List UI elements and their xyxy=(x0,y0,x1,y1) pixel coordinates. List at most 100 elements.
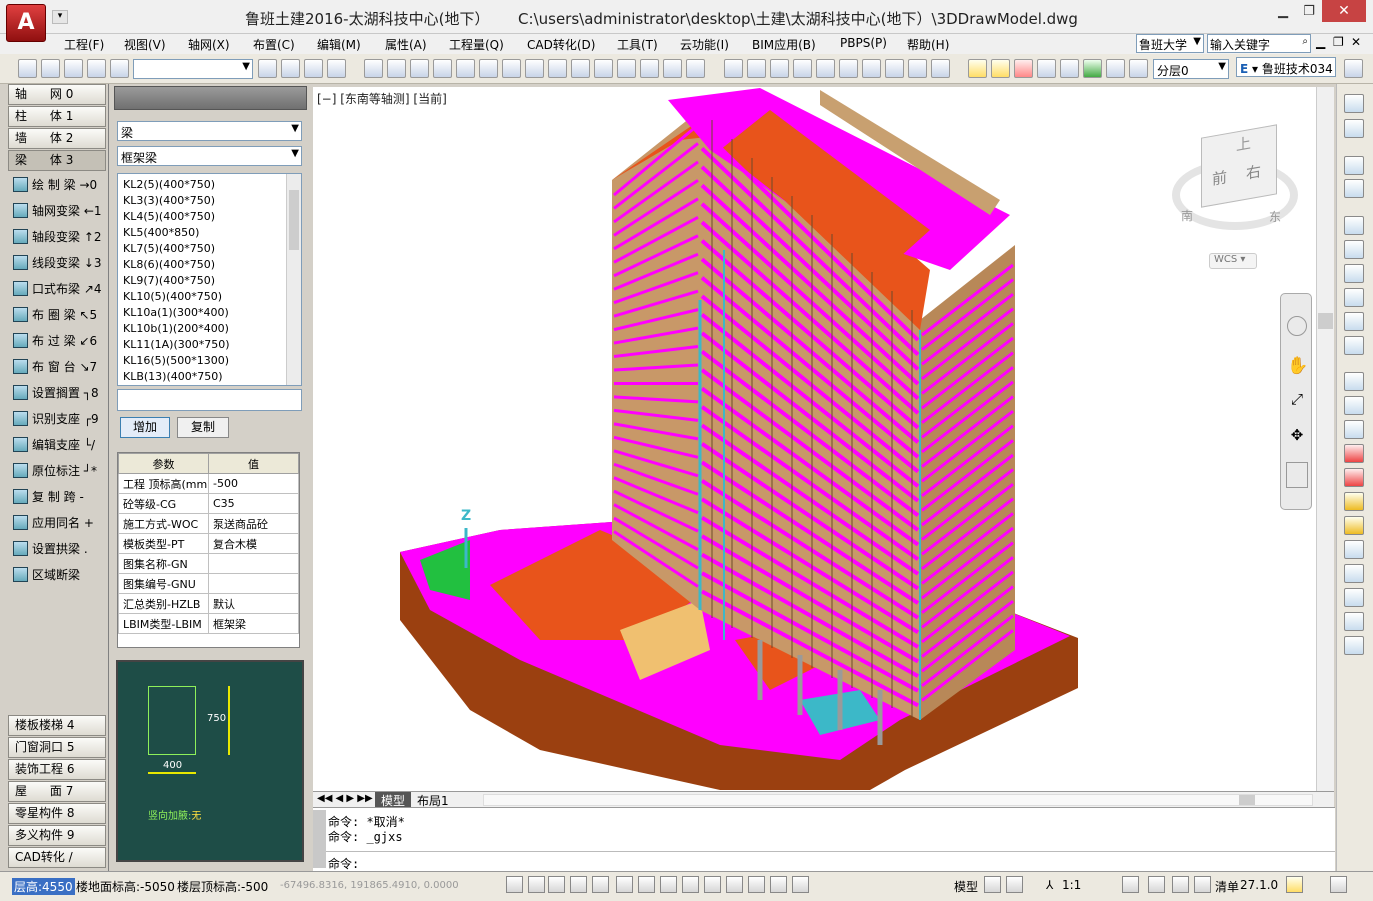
otrack-toggle-icon[interactable] xyxy=(616,876,633,893)
property-value[interactable]: 泵送商品砼 xyxy=(208,513,299,534)
menu-tools[interactable]: 工具(T) xyxy=(617,36,658,53)
view-cube-top[interactable]: 上 xyxy=(1236,132,1251,156)
cmd-in-place-annotation[interactable]: 原位标注 ┘* xyxy=(8,458,106,484)
rotate-icon[interactable] xyxy=(571,59,590,78)
view-cube-right[interactable]: 右 xyxy=(1246,160,1261,184)
beam-list[interactable]: KL2(5)(400*750) KL3(3)(400*750) KL4(5)(400… xyxy=(117,173,302,386)
redo-icon[interactable] xyxy=(304,59,323,78)
menu-project[interactable]: 工程(F) xyxy=(64,36,104,53)
cmd-copy-span[interactable]: 复 制 跨 - xyxy=(8,484,106,510)
beam-list-item[interactable]: KL10b(1)(200*400) xyxy=(123,321,283,337)
steering-wheel-icon[interactable] xyxy=(1287,316,1307,336)
property-value[interactable]: C35 xyxy=(208,493,299,514)
match-icon[interactable] xyxy=(327,59,346,78)
beam-list-item[interactable]: KL16(5)(500*1300) xyxy=(123,353,283,369)
unlock-icon[interactable] xyxy=(1344,516,1364,535)
status-tool-3-icon[interactable] xyxy=(1148,876,1165,893)
view-icon[interactable] xyxy=(1344,179,1364,198)
layer-icon[interactable] xyxy=(258,59,277,78)
style-dropdown[interactable]: ▼ xyxy=(133,59,253,79)
open-file-icon[interactable] xyxy=(41,59,60,78)
tab-cad[interactable]: CAD转化 / xyxy=(8,847,106,868)
brush-icon[interactable] xyxy=(931,59,950,78)
cmd-lintel[interactable]: 布 过 梁 ↙6 xyxy=(8,328,106,354)
layer-off-icon[interactable] xyxy=(1014,59,1033,78)
view-7-icon[interactable] xyxy=(862,59,881,78)
menu-quantity[interactable]: 工程量(Q) xyxy=(449,36,504,53)
beam-list-item[interactable]: KL11(1A)(300*750) xyxy=(123,337,283,353)
tab-slab-stairs[interactable]: 楼板楼梯 4 xyxy=(8,715,106,736)
link-icon[interactable] xyxy=(1344,216,1364,235)
qp-toggle-icon[interactable] xyxy=(726,876,743,893)
delete-icon[interactable] xyxy=(479,59,498,78)
tab-misc[interactable]: 零星构件 8 xyxy=(8,803,106,824)
cmd-ring-beam[interactable]: 布 圈 梁 ↖5 xyxy=(8,302,106,328)
alert-icon[interactable] xyxy=(1344,444,1364,463)
am-toggle-icon[interactable] xyxy=(770,876,787,893)
menu-edit[interactable]: 编辑(M) xyxy=(317,36,361,53)
bulb-icon[interactable] xyxy=(968,59,987,78)
menu-view[interactable]: 视图(V) xyxy=(124,36,166,53)
display-icon[interactable] xyxy=(1344,612,1364,631)
tab-decoration[interactable]: 装饰工程 6 xyxy=(8,759,106,780)
view-cube[interactable]: 上 前 右 xyxy=(1201,124,1277,208)
minimize-button[interactable]: ▁ xyxy=(1270,4,1296,22)
scroll-thumb[interactable] xyxy=(1318,313,1333,329)
layer-tool-icon[interactable] xyxy=(1037,59,1056,78)
beam-list-item[interactable]: KL10(5)(400*750) xyxy=(123,289,283,305)
tool-3-icon[interactable] xyxy=(410,59,429,78)
property-row[interactable]: 汇总类别-HZLB 默认 xyxy=(118,593,299,614)
compass-east[interactable]: 东 xyxy=(1269,208,1281,225)
beam-list-item[interactable]: KL8(6)(400*750) xyxy=(123,257,283,273)
view-6-icon[interactable] xyxy=(839,59,858,78)
cmd-edit-support[interactable]: 编辑支座 └/ xyxy=(8,432,106,458)
tab-column[interactable]: 柱 体 1 xyxy=(8,106,106,127)
search-tool-icon[interactable] xyxy=(1344,564,1364,583)
view-cube-front[interactable]: 前 xyxy=(1212,166,1227,190)
calendar-icon[interactable] xyxy=(1344,540,1364,559)
move-icon[interactable] xyxy=(502,59,521,78)
new-file-icon[interactable] xyxy=(18,59,37,78)
cmd-window-sill[interactable]: 布 窗 台 ↘7 xyxy=(8,354,106,380)
cmd-set-arch-beam[interactable]: 设置拱梁 . xyxy=(8,536,106,562)
beam-list-item[interactable]: KL5(400*850) xyxy=(123,225,283,241)
settings-icon[interactable] xyxy=(1344,59,1363,78)
window-icon[interactable] xyxy=(1344,119,1364,138)
undo-icon[interactable] xyxy=(281,59,300,78)
beam-list-item[interactable]: KL3(3)(400*750) xyxy=(123,193,283,209)
annotation-toggle-icon[interactable] xyxy=(792,876,809,893)
property-row[interactable]: 工程 顶标高(mm -500 xyxy=(118,473,299,494)
offset-icon[interactable] xyxy=(617,59,636,78)
status-tool-5-icon[interactable] xyxy=(1194,876,1211,893)
property-value[interactable]: 框架梁 xyxy=(208,613,299,634)
dyn-toggle-icon[interactable] xyxy=(660,876,677,893)
measure-icon[interactable] xyxy=(1344,588,1364,607)
doc-restore-button[interactable]: ❐ xyxy=(1333,35,1344,49)
clear-list[interactable]: 清单 xyxy=(1215,878,1239,895)
view-3-icon[interactable] xyxy=(770,59,789,78)
name-field[interactable] xyxy=(117,389,302,411)
beam-list-item[interactable]: KL9(7)(400*750) xyxy=(123,273,283,289)
category-dropdown[interactable]: 梁 ▼ xyxy=(117,121,302,141)
add-button[interactable]: 增加 xyxy=(120,417,170,438)
property-grid[interactable]: 参数值 工程 顶标高(mm -500 砼等级-CG C35 施工方式-WOC 泵送商品砼模… xyxy=(117,452,300,648)
beam-list-item[interactable]: KL2(5)(400*750) xyxy=(123,177,283,193)
product-selector[interactable]: 鲁班大学 ▼ xyxy=(1136,34,1204,53)
status-tool-2-icon[interactable] xyxy=(1122,876,1139,893)
mirror-icon[interactable] xyxy=(548,59,567,78)
menu-help[interactable]: 帮助(H) xyxy=(907,36,949,53)
lock-icon[interactable] xyxy=(1344,492,1364,511)
align-icon[interactable] xyxy=(594,59,613,78)
wcs-menu[interactable]: WCS ▾ xyxy=(1209,253,1257,269)
compass-south[interactable]: 南 xyxy=(1181,207,1193,224)
cmd-identify-support[interactable]: 识别支座 ┌9 xyxy=(8,406,106,432)
property-value[interactable]: 默认 xyxy=(208,593,299,614)
cmd-frame-beam[interactable]: 口式布梁 ↗4 xyxy=(8,276,106,302)
cmd-set-rest[interactable]: 设置搁置 ┐8 xyxy=(8,380,106,406)
trim-icon[interactable] xyxy=(640,59,659,78)
status-tool-1-icon[interactable] xyxy=(1006,876,1023,893)
view-9-icon[interactable] xyxy=(908,59,927,78)
ruler-icon[interactable] xyxy=(1344,636,1364,655)
doc-close-button[interactable]: ✕ xyxy=(1351,35,1361,49)
quick-access-dropdown-icon[interactable]: ▾ xyxy=(52,10,68,24)
